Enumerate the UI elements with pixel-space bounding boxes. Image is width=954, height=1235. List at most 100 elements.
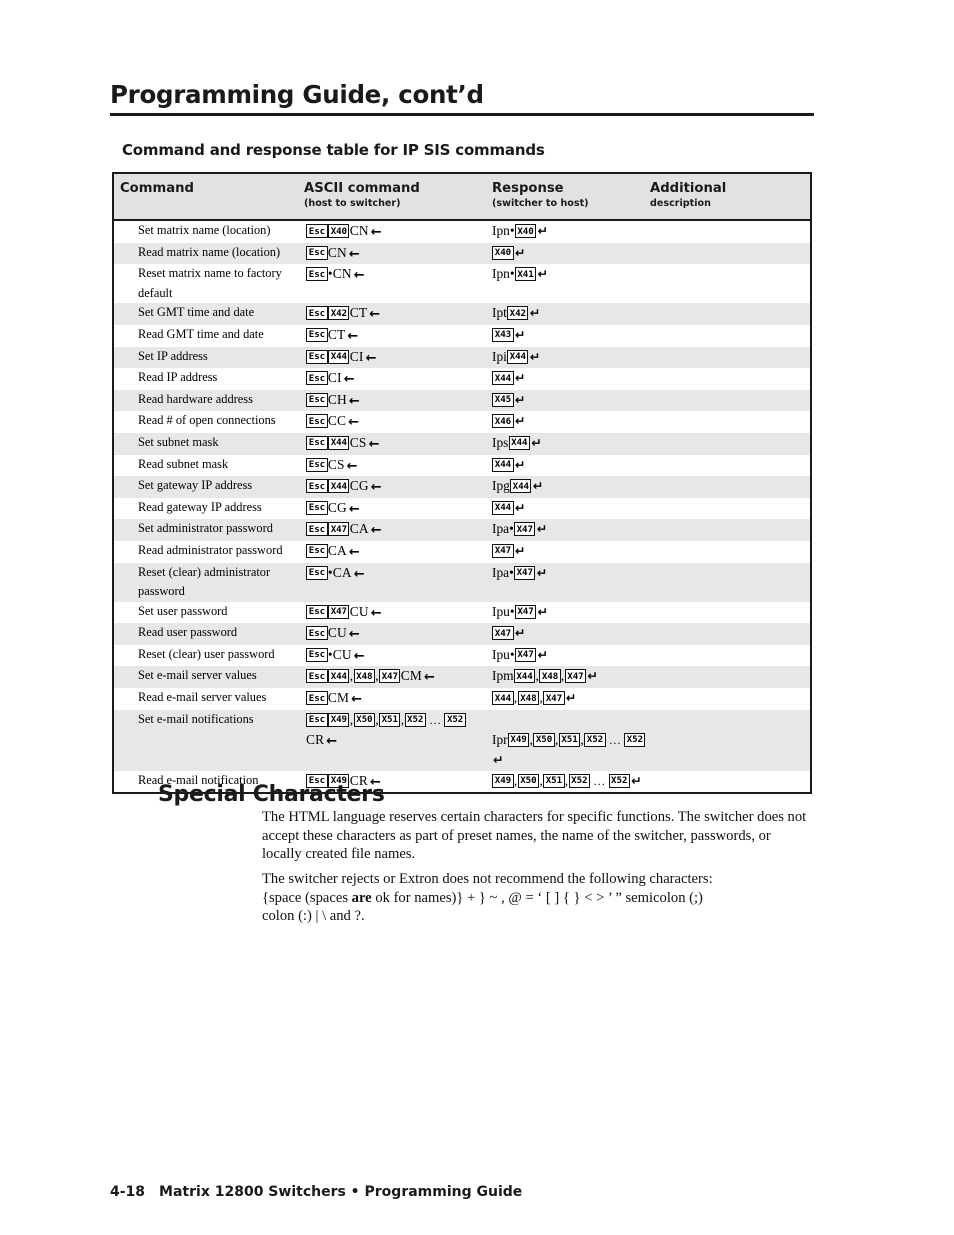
enter-arrow-icon: ← xyxy=(348,544,360,560)
variable-token: X44 xyxy=(328,349,350,364)
cell-response: X44 ↵ xyxy=(492,498,650,519)
cell-ascii-command: Esc X44 CI ← xyxy=(304,347,492,369)
column-header-additional-description: Additional description xyxy=(650,181,727,209)
enter-arrow-icon: ← xyxy=(370,480,382,496)
carriage-return-icon: ↵ xyxy=(514,542,526,558)
cell-ascii-command: Esc CT ← xyxy=(304,325,492,347)
cell-response: Ipn• X40 ↵ xyxy=(492,221,650,242)
cell-response: Ipg X44 ↵ xyxy=(492,476,650,497)
ascii-suffix: CT xyxy=(349,305,368,321)
cell-ascii-command: Esc •CA ← xyxy=(304,563,492,585)
variable-token: X49 xyxy=(492,773,514,788)
cell-ascii-command: Esc CH ← xyxy=(304,390,492,412)
cell-ascii-command: Esc X49, X50, X51, X52 … X52CR ← xyxy=(304,710,492,752)
esc-token: Esc xyxy=(306,669,328,684)
table-row: Set e-mail server values Esc X44, X48, X47 CM… xyxy=(114,666,810,689)
enter-arrow-icon: ← xyxy=(353,268,365,284)
ellipsis: … xyxy=(426,712,445,727)
enter-arrow-icon: ← xyxy=(348,501,360,517)
special-characters-list-line-2: colon (:) | \ and ?. xyxy=(262,908,365,925)
page-title: Programming Guide, cont’d xyxy=(110,80,484,109)
response-prefix: Ipm xyxy=(492,668,514,684)
variable-token: X44 xyxy=(492,691,514,706)
cell-response: Ipm X44, X48, X47 ↵ xyxy=(492,666,650,687)
esc-token: Esc xyxy=(306,604,328,619)
esc-token: Esc xyxy=(306,647,328,662)
response-prefix: Ipu• xyxy=(492,603,515,619)
carriage-return-icon: ↵ xyxy=(536,564,548,580)
cell-response: Ipi X44 ↵ xyxy=(492,347,650,368)
table-row: Read hardware address Esc CH ← X45 ↵ xyxy=(114,389,810,412)
cell-command: Read user password xyxy=(138,625,238,640)
cell-response: Ipt X42 ↵ xyxy=(492,303,650,324)
esc-token: Esc xyxy=(306,522,328,537)
esc-token: Esc xyxy=(306,245,328,260)
carriage-return-icon: ↵ xyxy=(514,370,526,386)
page-footer: 4-18 Matrix 12800 Switchers • Programming… xyxy=(110,1184,522,1200)
enter-arrow-icon: ← xyxy=(369,307,381,323)
variable-token: X44 xyxy=(328,435,350,450)
cell-response: X43 ↵ xyxy=(492,325,650,346)
response-prefix: Ipg xyxy=(492,478,510,494)
variable-token: X52 xyxy=(404,712,426,727)
table-row: Set GMT time and date Esc X42 CT ← Ipt X42 ↵ xyxy=(114,303,810,325)
carriage-return-icon: ↵ xyxy=(631,772,642,788)
esc-token: Esc xyxy=(306,691,328,706)
title-divider xyxy=(110,113,814,116)
command-response-table: Command ASCII command (host to switcher)… xyxy=(112,172,812,795)
cell-command: Read IP address xyxy=(138,370,218,385)
variable-token: X44 xyxy=(328,479,350,494)
ellipsis: … xyxy=(590,773,609,788)
enter-arrow-icon: ← xyxy=(343,372,355,388)
variable-token: X50 xyxy=(517,773,540,788)
carriage-return-icon: ↵ xyxy=(514,244,526,260)
ascii-suffix: CG xyxy=(349,478,369,494)
variable-token: X52 xyxy=(608,773,630,788)
ascii-suffix: CM xyxy=(400,668,422,684)
cell-command: Read hardware address xyxy=(138,391,253,406)
variable-token: X40 xyxy=(514,224,537,238)
ascii-suffix: CS xyxy=(327,456,345,472)
variable-token: X44 xyxy=(508,435,530,450)
response-prefix: Ipa• xyxy=(492,521,514,537)
variable-token: X52 xyxy=(584,732,606,747)
cell-ascii-command: Esc X42 CT ← xyxy=(304,303,492,325)
variable-token: X44 xyxy=(513,669,536,684)
table-row: Reset (clear) administrator password Esc •… xyxy=(114,562,810,602)
sc-list-emphasis: are xyxy=(351,889,372,906)
esc-token: Esc xyxy=(306,543,328,558)
table-header-row: Command ASCII command (host to switcher)… xyxy=(114,174,810,221)
response-prefix: Ips xyxy=(492,434,509,450)
variable-token: X50 xyxy=(353,712,375,727)
cell-command: Read gateway IP address xyxy=(138,499,262,514)
variable-token: X47 xyxy=(492,543,514,558)
variable-token: X47 xyxy=(514,522,536,537)
carriage-return-icon: ↵ xyxy=(529,348,541,364)
ascii-suffix: CS xyxy=(349,434,367,450)
table-row: Read GMT time and date Esc CT ← X43 ↵ xyxy=(114,324,810,347)
variable-token: X47 xyxy=(379,669,401,684)
cell-command: Read e-mail server values xyxy=(138,690,267,705)
cell-ascii-command: Esc CU ← xyxy=(304,623,492,645)
cell-ascii-command: Esc CG ← xyxy=(304,498,492,520)
esc-token: Esc xyxy=(306,371,328,386)
enter-arrow-icon: ← xyxy=(346,458,358,474)
variable-token: X47 xyxy=(328,604,350,619)
enter-arrow-icon: ← xyxy=(348,627,360,643)
variable-token: X51 xyxy=(558,732,581,747)
footer-page-number: 4-18 xyxy=(110,1184,146,1200)
response-prefix: Ipu• xyxy=(492,646,515,662)
cell-response: Ipa• X47 ↵ xyxy=(492,563,650,584)
esc-token: Esc xyxy=(306,435,328,450)
ascii-suffix: CM xyxy=(327,690,350,706)
variable-token: X46 xyxy=(492,414,514,429)
sc-list-part-b: ok for names)} + } ~ , @ = ‘ [ ] { } < >… xyxy=(371,889,703,906)
enter-arrow-icon: ← xyxy=(423,670,435,686)
table-row: Set matrix name (location) Esc X40 CN ← Ipn• X… xyxy=(114,221,810,243)
enter-arrow-icon: ← xyxy=(351,692,363,708)
carriage-return-icon: ↵ xyxy=(536,521,548,537)
variable-token: X40 xyxy=(492,245,514,260)
cell-response: Ipu• X47 ↵ xyxy=(492,645,650,666)
cell-ascii-command: Esc X47 CU ← xyxy=(304,602,492,624)
variable-token: X51 xyxy=(379,712,401,727)
